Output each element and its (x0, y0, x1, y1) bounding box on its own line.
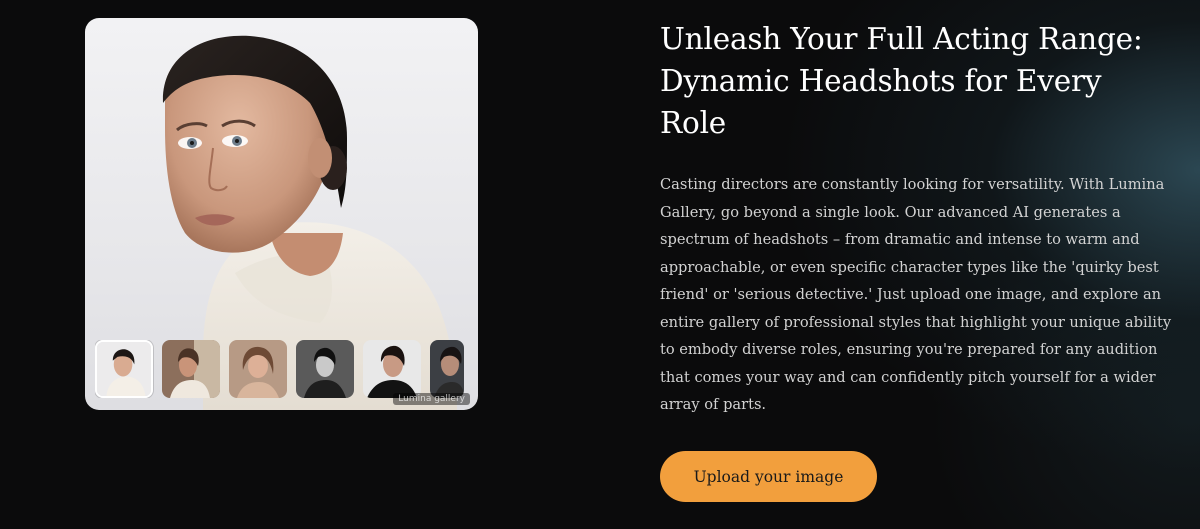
thumbnail-white-turtleneck[interactable] (95, 340, 153, 398)
thumbnail-strip (95, 340, 468, 398)
hero-title: Unleash Your Full Acting Range: Dynamic … (660, 22, 1143, 140)
gallery-watermark: Lumina gallery (393, 393, 470, 405)
thumbnail-warm-tone[interactable] (162, 340, 220, 398)
thumbnail-dark-dramatic[interactable] (363, 340, 421, 398)
hero-content: Unleash Your Full Acting Range: Dynamic … (660, 18, 1171, 419)
upload-image-button[interactable]: Upload your image (660, 451, 877, 502)
headshot-preview-card: Lumina gallery (85, 18, 478, 410)
thumbnail-black-white[interactable] (296, 340, 354, 398)
hero-description: Casting directors are constantly looking… (660, 176, 1172, 413)
thumbnail-soft-glam[interactable] (229, 340, 287, 398)
thumbnail-moody-partial[interactable] (430, 340, 464, 398)
